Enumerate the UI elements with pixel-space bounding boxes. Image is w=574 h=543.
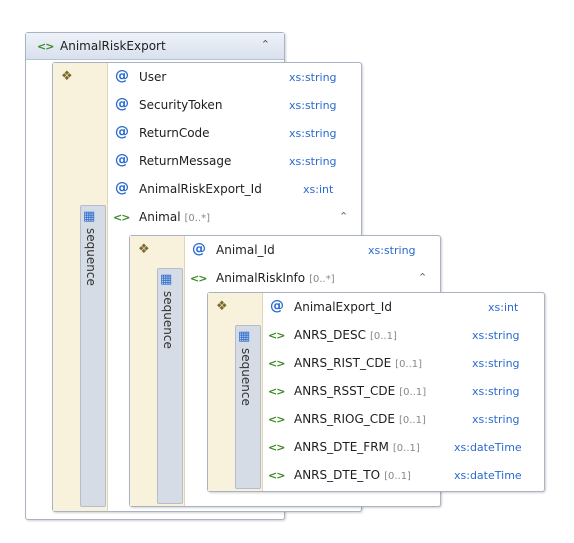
element-row[interactable]: <> AnimalRiskInfo [0..*] ⌃ [188,269,438,289]
attribute-icon: @ [115,180,129,196]
element-name: Animal [0..*] [139,210,211,224]
collapse-chevron-icon[interactable]: ⌃ [339,210,348,223]
sequence-label: sequence [84,228,98,286]
attribute-name: ReturnMessage [139,154,232,168]
element-type: xs:string [472,413,520,426]
element-cardinality: [0..1] [395,359,423,370]
element-name: ANRS_RSST_CDE [0..1] [294,384,427,398]
element-cardinality: [0..1] [392,443,420,454]
element-type: xs:string [472,329,520,342]
element-icon: <> [37,40,54,53]
attribute-icon: @ [192,241,206,257]
attribute-name: Animal_Id [216,243,275,257]
element-cardinality: [0..1] [398,415,426,426]
element-row[interactable]: <> ANRS_RIOG_CDE [0..1] xs:string [266,410,542,430]
sequence-strip: sequence [80,205,106,507]
element-type: xs:string [472,385,520,398]
element-cardinality: [0..*] [184,213,211,224]
element-name: ANRS_DTE_TO [0..1] [294,468,411,482]
attribute-type: xs:int [303,183,334,196]
element-icon: <> [268,385,285,398]
attribute-icon: @ [115,124,129,140]
element-type: xs:dateTime [454,469,522,482]
attribute-icon: @ [115,152,129,168]
root-element-header[interactable]: <> AnimalRiskExport ⌃ [26,33,284,60]
attribute-row[interactable]: @ ReturnCode xs:string [111,124,361,144]
complex-type-icon: ❖ [216,299,228,314]
element-row[interactable]: <> ANRS_DESC [0..1] xs:string [266,326,542,346]
element-name: ANRS_DTE_FRM [0..1] [294,440,420,454]
sequence-icon: ▦ [238,329,251,344]
element-cardinality: [0..1] [384,471,411,482]
element-icon: <> [268,357,285,370]
attribute-icon: @ [115,96,129,112]
element-cardinality: [0..*] [309,274,335,285]
attribute-row[interactable]: @ ReturnMessage xs:string [111,152,361,172]
complex-type-box-level3: ❖ sequence ▦ @ AnimalExport_Id xs:int <>… [207,292,545,492]
sequence-icon: ▦ [160,272,173,287]
element-icon: <> [113,211,130,224]
element-icon: <> [268,441,285,454]
attribute-row[interactable]: @ AnimalExport_Id xs:int [266,298,542,318]
attribute-row[interactable]: @ AnimalRiskExport_Id xs:int [111,180,361,200]
element-icon: <> [268,413,285,426]
element-name: AnimalRiskInfo [0..*] [216,271,335,285]
element-row[interactable]: <> ANRS_DTE_FRM [0..1] xs:dateTime [266,438,542,458]
element-cardinality: [0..1] [399,387,427,398]
attribute-name: ReturnCode [139,126,210,140]
element-icon: <> [190,272,207,285]
collapse-chevron-icon[interactable]: ⌃ [261,38,270,51]
element-icon: <> [268,329,285,342]
sequence-strip: sequence [157,268,183,504]
attribute-row[interactable]: @ Animal_Id xs:string [188,241,438,261]
element-name: ANRS_RIST_CDE [0..1] [294,356,423,370]
sequence-label: sequence [239,348,253,406]
attribute-type: xs:string [289,155,337,168]
element-type: xs:dateTime [454,441,522,454]
attribute-name: User [139,70,167,84]
sequence-label: sequence [161,291,175,349]
element-row[interactable]: <> Animal [0..*] ⌃ [111,208,361,228]
element-row[interactable]: <> ANRS_RSST_CDE [0..1] xs:string [266,382,542,402]
attribute-type: xs:string [289,99,337,112]
element-name: ANRS_RIOG_CDE [0..1] [294,412,426,426]
attribute-name: AnimalRiskExport_Id [139,182,262,196]
attribute-icon: @ [270,298,284,314]
element-cardinality: [0..1] [369,331,397,342]
attribute-row[interactable]: @ SecurityToken xs:string [111,96,361,116]
complex-type-icon: ❖ [138,242,150,257]
complex-type-icon: ❖ [61,69,73,84]
attribute-type: xs:string [368,244,416,257]
element-type: xs:string [472,357,520,370]
element-row[interactable]: <> ANRS_DTE_TO [0..1] xs:dateTime [266,466,542,486]
attribute-icon: @ [115,68,129,84]
element-row[interactable]: <> ANRS_RIST_CDE [0..1] xs:string [266,354,542,374]
sequence-icon: ▦ [83,209,96,224]
root-element-title: AnimalRiskExport [60,39,166,53]
attribute-name: AnimalExport_Id [294,300,392,314]
collapse-chevron-icon[interactable]: ⌃ [418,271,427,284]
attribute-type: xs:string [289,127,337,140]
attribute-type: xs:string [289,71,337,84]
attribute-row[interactable]: @ User xs:string [111,68,361,88]
sequence-strip: sequence [235,325,261,489]
element-icon: <> [268,469,285,482]
element-name: ANRS_DESC [0..1] [294,328,397,342]
attribute-type: xs:int [488,301,519,314]
attribute-name: SecurityToken [139,98,223,112]
